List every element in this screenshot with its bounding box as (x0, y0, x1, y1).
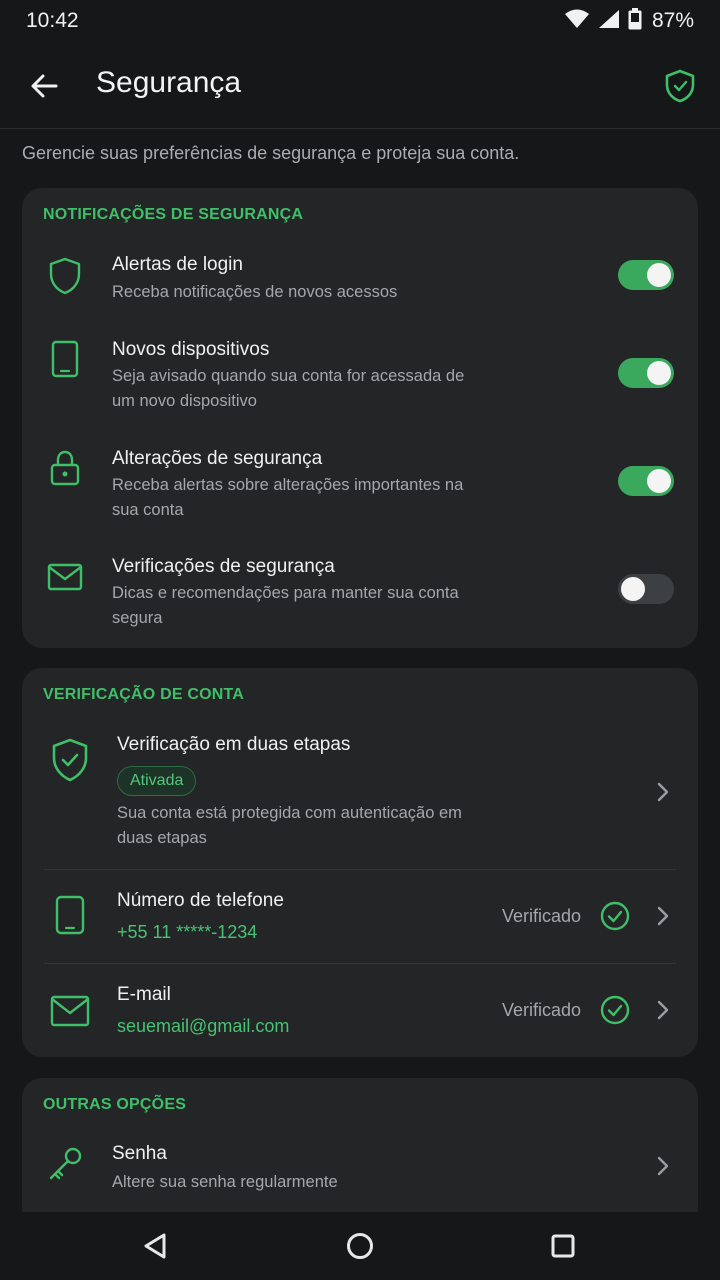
item-desc: Receba notificações de novos acessos (112, 283, 398, 301)
triangle-back-icon (144, 1233, 166, 1259)
verified-label: Verificado (502, 906, 582, 926)
item-desc: Sua conta está protegida com autenticaçã… (117, 804, 462, 847)
row-divider (44, 869, 676, 870)
item-title: E-mail (117, 984, 171, 1005)
check-circle-icon (599, 994, 631, 1026)
chevron-right-icon (651, 780, 675, 804)
list-item-security-checks[interactable]: Verificações de segurança Dicas e recome… (22, 551, 698, 641)
item-title: Novos dispositivos (112, 339, 270, 360)
app-bar: Segurança (0, 46, 720, 126)
nav-home-button[interactable] (342, 1228, 378, 1264)
row-divider (44, 963, 676, 964)
nav-recents-button[interactable] (545, 1228, 581, 1264)
mail-icon (48, 989, 92, 1033)
phone-number: +55 11 *****-1234 (117, 922, 258, 942)
item-desc: Altere sua senha regularmente (112, 1173, 338, 1191)
signal-icon (598, 9, 620, 34)
chevron-right-icon (651, 904, 675, 928)
toggle-security-changes[interactable] (618, 466, 674, 496)
section-title-other: OUTRAS OPÇÕES (43, 1096, 187, 1113)
toggle-new-devices[interactable] (618, 358, 674, 388)
list-item-password[interactable]: Senha Altere sua senha regularmente (22, 1136, 698, 1212)
item-title: Verificação em duas etapas (117, 734, 351, 755)
header-divider (0, 128, 720, 129)
shield-icon (43, 254, 87, 298)
page-subtitle: Gerencie suas preferências de segurança … (22, 143, 520, 163)
circle-home-icon (347, 1233, 373, 1259)
shield-check-icon[interactable] (660, 66, 700, 106)
item-title: Senha (112, 1143, 167, 1164)
item-desc: Receba alertas sobre alterações importan… (112, 476, 464, 519)
item-title: Número de telefone (117, 890, 284, 911)
lock-icon (43, 446, 87, 490)
list-item-phone[interactable]: Número de telefone +55 11 *****-1234 Ver… (22, 873, 698, 963)
email-address: seuemail@gmail.com (117, 1016, 290, 1036)
wifi-icon (564, 9, 590, 34)
page-title: Segurança (96, 66, 242, 99)
tablet-icon (43, 337, 87, 381)
system-nav-bar (0, 1212, 720, 1280)
chevron-right-icon (651, 998, 675, 1022)
section-title-notifications: NOTIFICAÇÕES DE SEGURANÇA (43, 206, 304, 223)
status-icons: 87% (564, 7, 694, 35)
check-circle-icon (599, 900, 631, 932)
nav-back-button[interactable] (137, 1228, 173, 1264)
list-item-two-step[interactable]: Verificação em duas etapas Ativada Sua c… (22, 726, 698, 866)
item-title: Alertas de login (112, 254, 243, 275)
status-bar: 10:42 87% (0, 0, 720, 42)
other-options-card: OUTRAS OPÇÕES Senha Altere sua senha reg… (22, 1078, 698, 1228)
toggle-login-alerts[interactable] (618, 260, 674, 290)
arrow-left-icon (31, 74, 58, 98)
section-title-verification: VERIFICAÇÃO DE CONTA (43, 686, 245, 703)
square-recents-icon (551, 1234, 575, 1258)
battery-icon (628, 7, 642, 35)
account-verification-card: VERIFICAÇÃO DE CONTA Verificação em duas… (22, 668, 698, 1057)
chevron-right-icon (651, 1154, 675, 1178)
mail-icon (43, 555, 87, 599)
status-time: 10:42 (26, 9, 79, 32)
item-title: Alterações de segurança (112, 448, 323, 469)
security-notifications-card: NOTIFICAÇÕES DE SEGURANÇA Alertas de log… (22, 188, 698, 648)
list-item-login-alerts[interactable]: Alertas de login Receba notificações de … (22, 246, 698, 316)
phone-icon (48, 893, 92, 937)
list-item-security-changes[interactable]: Alterações de segurança Receba alertas s… (22, 442, 698, 532)
status-badge: Ativada (117, 766, 197, 796)
toggle-security-checks[interactable] (618, 574, 674, 604)
back-button[interactable] (22, 64, 66, 108)
battery-percent: 87% (651, 9, 694, 32)
item-desc: Dicas e recomendações para manter sua co… (112, 584, 459, 627)
item-desc: Seja avisado quando sua conta for acessa… (112, 367, 465, 410)
list-item-email[interactable]: E-mail seuemail@gmail.com Verificado (22, 967, 698, 1055)
verified-label: Verificado (502, 1000, 582, 1020)
item-title: Verificações de segurança (112, 556, 335, 577)
shield-check-icon (48, 738, 92, 782)
key-icon (43, 1142, 87, 1186)
list-item-new-devices[interactable]: Novos dispositivos Seja avisado quando s… (22, 333, 698, 423)
